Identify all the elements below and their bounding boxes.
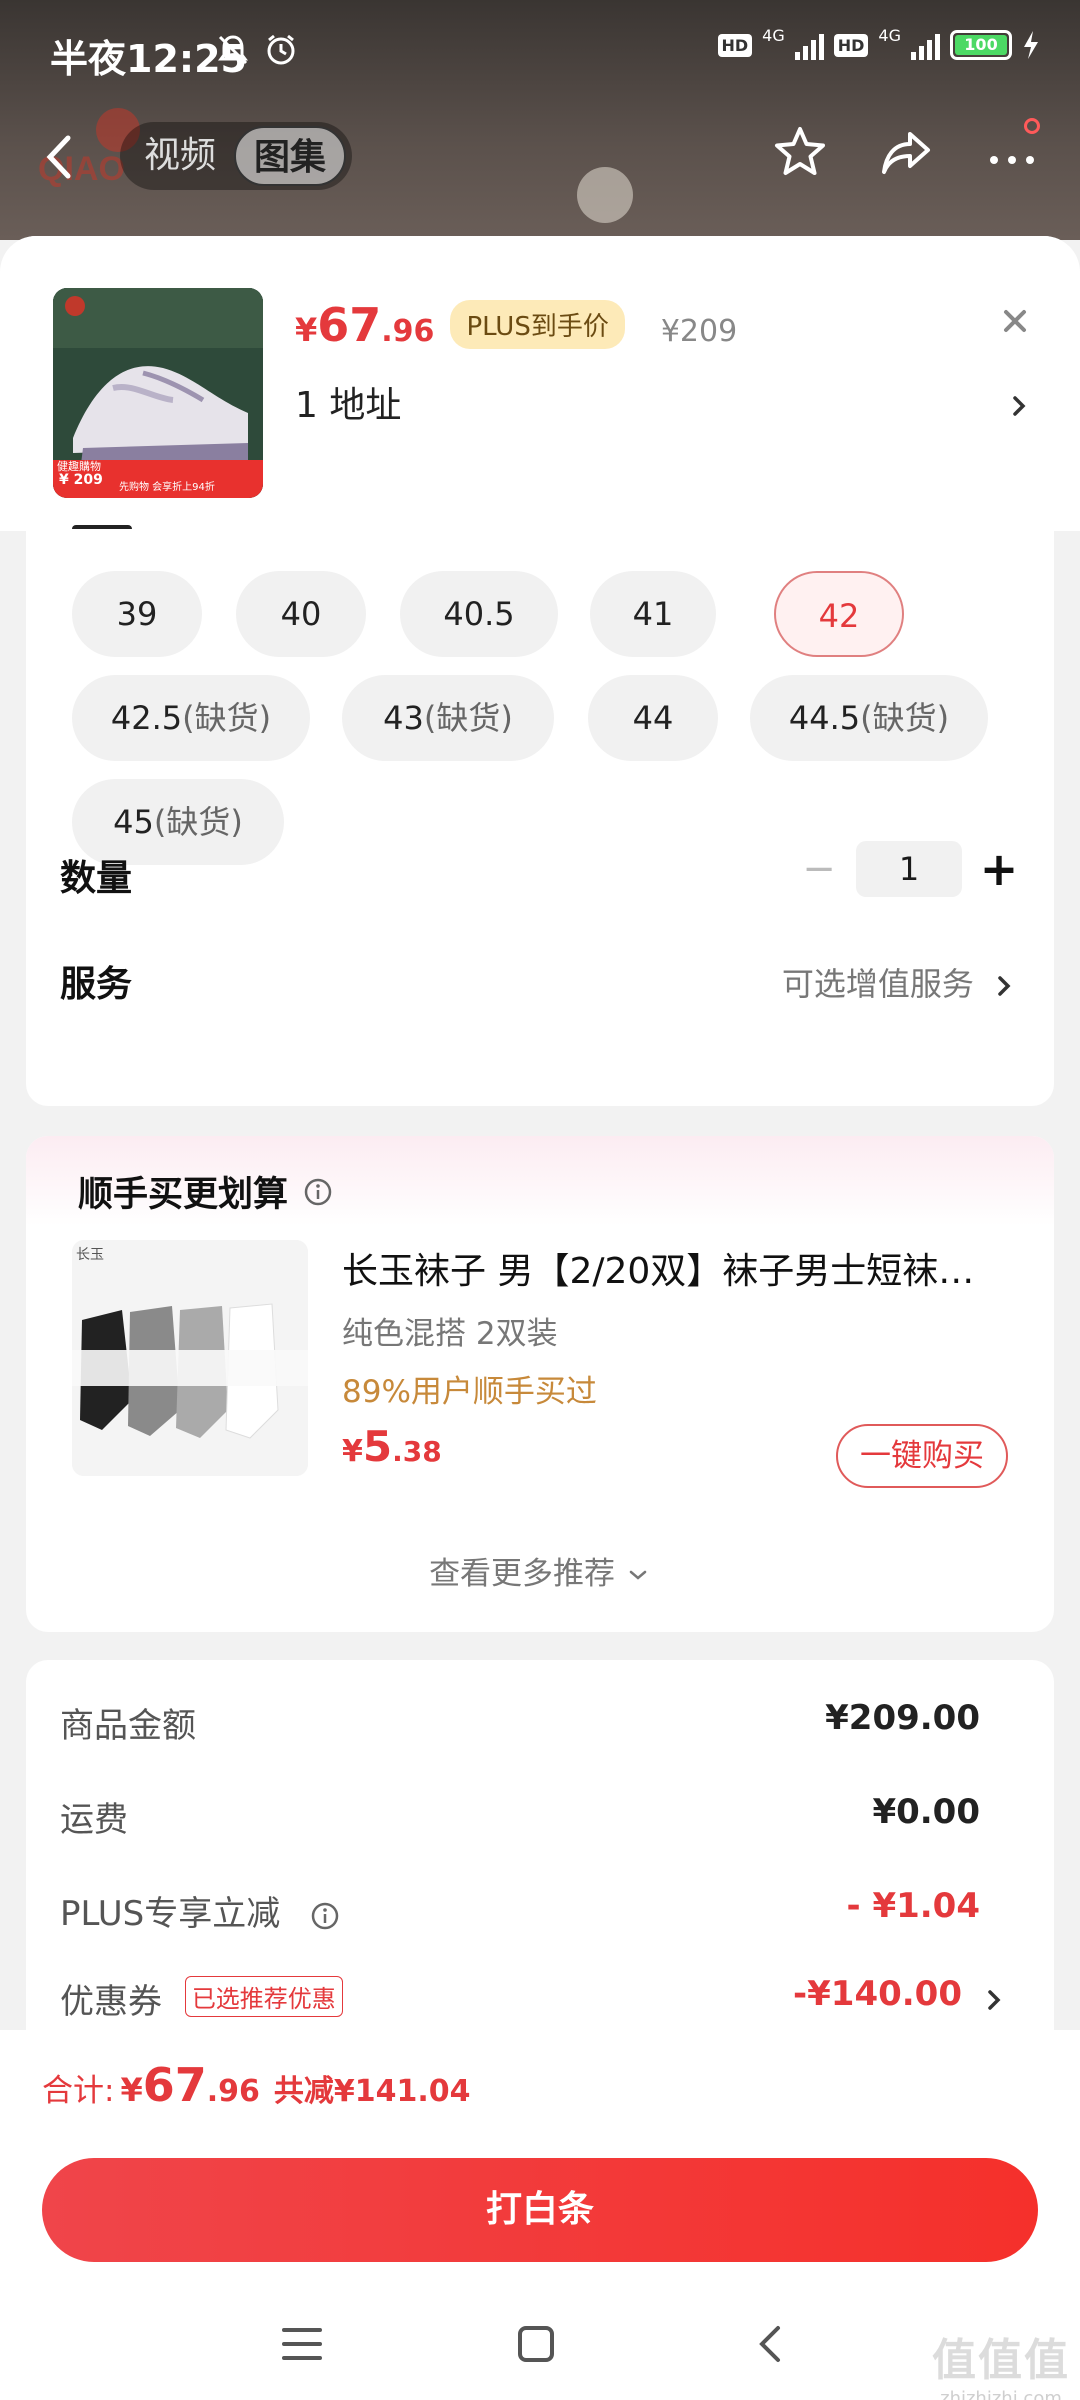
charging-icon (1024, 31, 1038, 59)
signal-icon (794, 30, 824, 60)
sheet-header: 健趣購物 ¥ 209 先购物 会享折上94折 ¥67.96 PLUS到手价 ¥2… (0, 236, 1080, 531)
price-row: ¥67.96 PLUS到手价 ¥209 (295, 298, 737, 355)
section-title-partial (72, 507, 132, 537)
size-option-out-of-stock[interactable]: 44.5(缺货) (750, 675, 988, 761)
alarm-icon (267, 34, 295, 65)
hd-badge: HD (717, 33, 753, 57)
chevron-down-icon (629, 1570, 647, 1580)
one-click-buy-button[interactable]: 一键购买 (836, 1424, 1008, 1488)
network-type: 4G (762, 25, 785, 45)
socks-illustration (72, 1240, 308, 1476)
bundle-bought-rate: 89%用户顺手买过 (342, 1374, 597, 1410)
summary-row-shipping: 运费 ¥0.00 (60, 1792, 980, 1840)
back-icon[interactable] (750, 2322, 794, 2366)
total-savings: 共减¥141.04 (273, 2074, 471, 2109)
plus-price: ¥67.96 (295, 298, 435, 352)
summary-row-plus-discount: PLUS专享立减 - ¥1.04 (60, 1886, 980, 1934)
size-option[interactable]: 39 (72, 571, 202, 657)
size-option[interactable]: 44 (588, 675, 718, 761)
more-recommendations-link[interactable]: 查看更多推荐 (26, 1548, 1054, 1593)
bundle-price: ¥5.38 (342, 1422, 442, 1471)
size-option-selected[interactable]: 42 (774, 571, 904, 657)
pay-with-baitiao-button[interactable]: 打白条 (42, 2158, 1038, 2262)
summary-row-coupon[interactable]: 优惠券 已选推荐优惠 -¥140.00 (60, 1974, 1016, 2024)
battery-icon: 100 (950, 30, 1012, 60)
home-icon[interactable] (514, 2322, 558, 2366)
size-selection-card: 39 40 40.5 41 42 42.5(缺货) 43(缺货) 44 44.5… (26, 525, 1054, 1106)
media-tabs: 视频 图集 (120, 122, 353, 190)
network-type: 4G (878, 25, 901, 45)
thumb-price: ¥ 209 (59, 472, 103, 488)
bundle-product-name[interactable]: 长玉袜子 男【2/20双】袜子男士短袜… (342, 1242, 1022, 1294)
purchase-sheet: 健趣購物 ¥ 209 先购物 会享折上94折 ¥67.96 PLUS到手价 ¥2… (0, 236, 1080, 2400)
thumb-promo: 先购物 会享折上94折 (119, 482, 215, 493)
hd-badge: HD (833, 33, 869, 57)
total-label: 合计: (42, 2073, 115, 2109)
plus-price-badge: PLUS到手价 (450, 300, 625, 349)
size-option[interactable]: 41 (590, 571, 716, 657)
info-icon[interactable] (302, 1176, 334, 1208)
product-thumbnail[interactable]: 健趣購物 ¥ 209 先购物 会享折上94折 (53, 288, 263, 498)
original-price: ¥209 (660, 314, 738, 349)
bell-off-icon (218, 35, 248, 65)
summary-row-subtotal: 商品金额 ¥209.00 (60, 1698, 980, 1746)
size-option-out-of-stock[interactable]: 42.5(缺货) (72, 675, 310, 761)
quantity-plus-button[interactable]: + (974, 842, 1024, 896)
socks-brand-text: 长玉 (76, 1247, 104, 1263)
quantity-minus-button[interactable]: − (794, 844, 844, 894)
tab-gallery[interactable]: 图集 (234, 126, 347, 186)
page-nav: 视频 图集 (0, 118, 1080, 198)
total-row: 合计: ¥67.96 共减¥141.04 (42, 2058, 471, 2112)
watermark: 值值值 zhizhizhi.com (932, 2335, 1070, 2400)
bundle-title: 顺手买更划算 (78, 1166, 334, 1217)
quantity-stepper: − 1 + (794, 841, 1024, 897)
size-option-out-of-stock[interactable]: 43(缺货) (342, 675, 554, 761)
info-icon[interactable] (309, 1900, 341, 1932)
service-label: 服务 (60, 964, 133, 1005)
coupon-tag: 已选推荐优惠 (184, 1976, 343, 2017)
chevron-right-icon (1013, 396, 1026, 416)
close-icon[interactable] (990, 296, 1040, 346)
signal-icon (911, 30, 940, 60)
bundle-product-spec: 纯色混搭 2双装 (342, 1316, 558, 1352)
service-option-link[interactable]: 可选增值服务 (782, 959, 1018, 1005)
notification-dot (1024, 118, 1040, 134)
size-option[interactable]: 40 (236, 571, 366, 657)
address-row[interactable]: 1 地址 (295, 376, 1035, 436)
status-bar: 半夜12:25 HD 4G HD 4G 100 (0, 0, 1080, 100)
size-option[interactable]: 40.5 (400, 571, 558, 657)
price-summary-card: 商品金额 ¥209.00 运费 ¥0.00 PLUS专享立减 - ¥1.04 优… (26, 1660, 1054, 2060)
share-icon[interactable] (878, 124, 934, 180)
back-icon[interactable] (40, 132, 80, 182)
menu-icon[interactable] (280, 2322, 324, 2366)
quantity-input[interactable]: 1 (856, 841, 962, 897)
system-nav-bar (0, 2302, 1080, 2392)
more-menu-button[interactable] (984, 118, 1040, 180)
checkout-footer: 合计: ¥67.96 共减¥141.04 打白条 值值值 zhizhizhi.c… (0, 2030, 1080, 2400)
quantity-label: 数量 (60, 858, 133, 899)
chevron-right-icon (988, 1990, 1001, 2010)
favorite-star-icon[interactable] (772, 124, 828, 180)
chevron-right-icon (998, 976, 1011, 996)
socks-image[interactable]: 长玉 (72, 1240, 308, 1476)
address-text: 1 地址 (295, 385, 402, 426)
tab-video[interactable]: 视频 (126, 126, 234, 186)
bundle-recommendation-card: 顺手买更划算 长玉 长玉袜子 男【2/20双】袜子男士短袜… 纯色混搭 2双装 … (26, 1136, 1054, 1632)
